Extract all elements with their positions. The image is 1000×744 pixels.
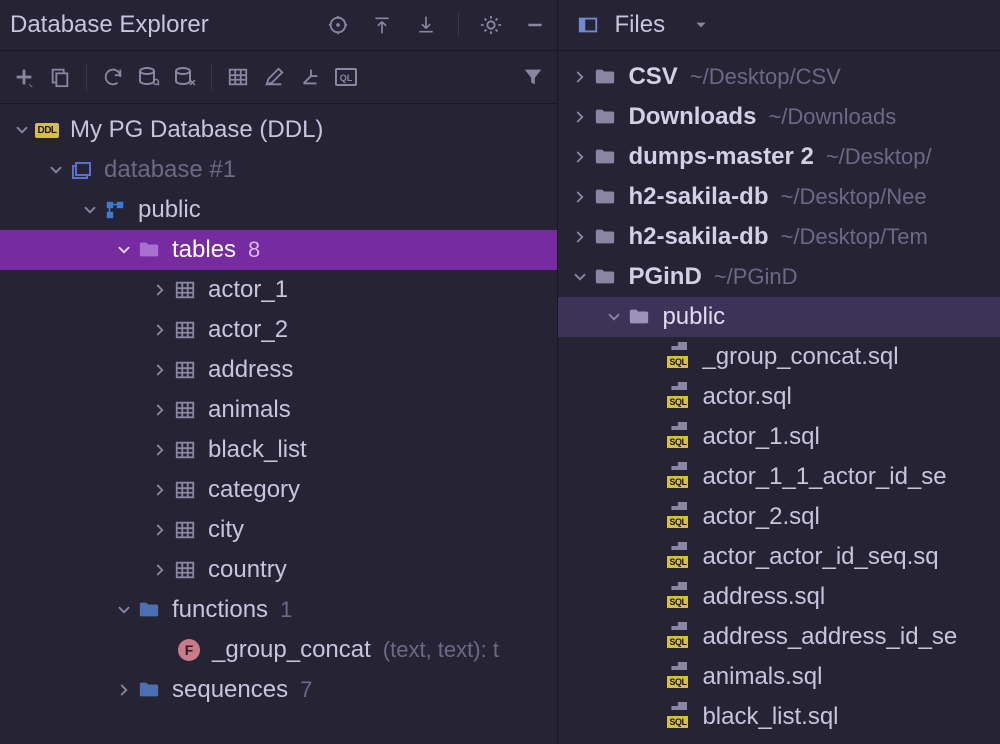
folder-pgind[interactable]: PGinD ~/PGinD xyxy=(558,257,1000,297)
folder-item[interactable]: dumps-master 2 ~/Desktop/ xyxy=(558,137,1000,177)
file-item[interactable]: _group_concat.sql xyxy=(558,337,1000,377)
file-item[interactable]: animals.sql xyxy=(558,657,1000,697)
files-pane: Files CSV ~/Desktop/CSV Downloads ~/Down… xyxy=(558,0,1000,744)
folder-item[interactable]: Downloads ~/Downloads xyxy=(558,97,1000,137)
expand-all-icon[interactable] xyxy=(370,13,394,37)
file-name: address_address_id_se xyxy=(702,623,957,651)
tree-schema[interactable]: public xyxy=(0,190,557,230)
file-name: actor_1.sql xyxy=(702,423,819,451)
settings-icon[interactable] xyxy=(479,13,503,37)
sql-file-icon xyxy=(667,708,691,726)
sql-file-icon xyxy=(667,628,691,646)
file-item[interactable]: actor_1_1_actor_id_se xyxy=(558,457,1000,497)
file-item[interactable]: actor_actor_id_seq.sq xyxy=(558,537,1000,577)
files-tree[interactable]: CSV ~/Desktop/CSV Downloads ~/Downloads … xyxy=(558,51,1000,744)
folder-path: ~/Desktop/ xyxy=(826,144,932,170)
folder-path: ~/Desktop/Tem xyxy=(780,224,927,250)
tree-datasource[interactable]: DDL My PG Database (DDL) xyxy=(0,110,557,150)
folder-name: CSV xyxy=(628,63,677,91)
tree-sequences-folder[interactable]: sequences 7 xyxy=(0,670,557,710)
sql-file-icon xyxy=(667,508,691,526)
folder-name: Downloads xyxy=(628,103,756,131)
filter-icon[interactable] xyxy=(519,63,547,91)
folder-name: h2-sakila-db xyxy=(628,183,768,211)
folder-path: ~/Desktop/Nee xyxy=(780,184,926,210)
sql-file-icon xyxy=(667,348,691,366)
folder-item[interactable]: CSV ~/Desktop/CSV xyxy=(558,57,1000,97)
table-name: black_list xyxy=(208,436,307,464)
tree-table-item[interactable]: actor_1 xyxy=(0,270,557,310)
tree-table-item[interactable]: address xyxy=(0,350,557,390)
disconnect-icon[interactable] xyxy=(171,63,199,91)
database-tree[interactable]: DDL My PG Database (DDL) database #1 pub… xyxy=(0,104,557,744)
sql-file-icon xyxy=(667,668,691,686)
file-name: address.sql xyxy=(702,583,825,611)
file-name: actor_2.sql xyxy=(702,503,819,531)
folder-path: ~/Desktop/CSV xyxy=(690,64,841,90)
files-title: Files xyxy=(614,11,665,39)
folder-path: ~/Downloads xyxy=(768,104,896,130)
file-item[interactable]: address_address_id_se xyxy=(558,617,1000,657)
db-explorer-toolbar: QL xyxy=(0,51,557,104)
table-name: category xyxy=(208,476,300,504)
tree-table-item[interactable]: animals xyxy=(0,390,557,430)
tree-table-item[interactable]: actor_2 xyxy=(0,310,557,350)
tree-table-item[interactable]: category xyxy=(0,470,557,510)
panel-icon xyxy=(576,13,600,37)
tree-table-item[interactable]: country xyxy=(0,550,557,590)
db-explorer-header: Database Explorer xyxy=(0,0,557,51)
tree-table-item[interactable]: black_list xyxy=(0,430,557,470)
table-name: address xyxy=(208,356,293,384)
file-name: actor_actor_id_seq.sq xyxy=(702,543,938,571)
collapse-all-icon[interactable] xyxy=(414,13,438,37)
query-console-icon[interactable]: QL xyxy=(332,63,360,91)
datasource-properties-icon[interactable] xyxy=(135,63,163,91)
file-name: actor_1_1_actor_id_se xyxy=(702,463,946,491)
db-explorer-title: Database Explorer xyxy=(10,11,209,39)
folder-name: dumps-master 2 xyxy=(628,143,813,171)
jump-to-source-icon[interactable] xyxy=(296,63,324,91)
sql-file-icon xyxy=(667,468,691,486)
table-name: animals xyxy=(208,396,291,424)
sql-file-icon xyxy=(667,548,691,566)
copy-icon[interactable] xyxy=(46,63,74,91)
edit-icon[interactable] xyxy=(260,63,288,91)
tree-database[interactable]: database #1 xyxy=(0,150,557,190)
dropdown-icon[interactable] xyxy=(689,13,713,37)
minimize-icon[interactable] xyxy=(523,13,547,37)
tree-table-item[interactable]: city xyxy=(0,510,557,550)
refresh-icon[interactable] xyxy=(99,63,127,91)
file-item[interactable]: address.sql xyxy=(558,577,1000,617)
folder-item[interactable]: h2-sakila-db ~/Desktop/Nee xyxy=(558,177,1000,217)
file-item[interactable]: actor_2.sql xyxy=(558,497,1000,537)
table-name: city xyxy=(208,516,244,544)
tree-functions-folder[interactable]: functions 1 xyxy=(0,590,557,630)
file-name: _group_concat.sql xyxy=(702,343,898,371)
table-name: country xyxy=(208,556,287,584)
add-icon[interactable] xyxy=(10,63,38,91)
table-name: actor_1 xyxy=(208,276,288,304)
target-icon[interactable] xyxy=(326,13,350,37)
files-header: Files xyxy=(558,0,1000,51)
tree-tables-folder[interactable]: tables 8 xyxy=(0,230,557,270)
table-icon[interactable] xyxy=(224,63,252,91)
folder-name: h2-sakila-db xyxy=(628,223,768,251)
table-name: actor_2 xyxy=(208,316,288,344)
file-name: animals.sql xyxy=(702,663,822,691)
file-item[interactable]: actor_1.sql xyxy=(558,417,1000,457)
sql-file-icon xyxy=(667,388,691,406)
tree-function-item[interactable]: F _group_concat (text, text): t xyxy=(0,630,557,670)
sql-file-icon xyxy=(667,588,691,606)
svg-text:QL: QL xyxy=(340,73,353,83)
folder-item[interactable]: h2-sakila-db ~/Desktop/Tem xyxy=(558,217,1000,257)
sql-file-icon xyxy=(667,428,691,446)
folder-public[interactable]: public xyxy=(558,297,1000,337)
file-item[interactable]: actor.sql xyxy=(558,377,1000,417)
file-name: black_list.sql xyxy=(702,703,838,731)
file-name: actor.sql xyxy=(702,383,791,411)
database-explorer-pane: Database Explorer QL xyxy=(0,0,558,744)
file-item[interactable]: black_list.sql xyxy=(558,697,1000,737)
